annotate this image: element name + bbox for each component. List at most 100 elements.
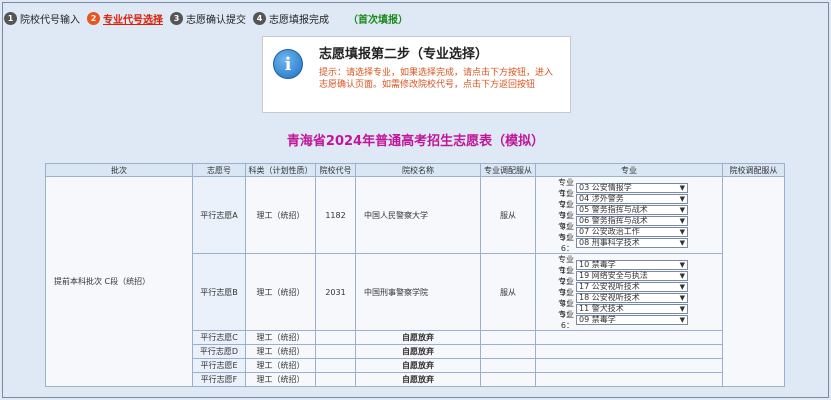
majors-cell <box>535 330 723 345</box>
school-obey-cell <box>722 176 785 387</box>
major-label: 专业6： <box>558 232 574 253</box>
chevron-down-icon: ▼ <box>679 315 685 324</box>
school-code-cell <box>315 358 356 373</box>
major-select[interactable]: 11 警犬技术 ▼ <box>576 303 688 314</box>
info-title: 志愿填报第二步（专业选择） <box>319 47 489 62</box>
category-cell: 理工（统招） <box>245 253 316 331</box>
step-label-4: 志愿填报完成 <box>269 14 329 26</box>
step-number-1: 1 <box>4 11 17 25</box>
fill-status: （首次填报） <box>348 14 408 26</box>
majors-cell: 专业1： 03 公安情报学 ▼ 专业2： 04 涉外警务 ▼ 专业3： 05 警务指挥与战… <box>535 176 723 254</box>
abandon-status: 自愿放弃 <box>355 358 481 373</box>
major-select[interactable]: 19 网络安全与执法 ▼ <box>576 270 688 281</box>
step-number-4: 4 <box>253 11 266 25</box>
chevron-down-icon: ▼ <box>679 282 685 291</box>
chevron-down-icon: ▼ <box>679 183 685 192</box>
major-select[interactable]: 18 公安视听技术 ▼ <box>576 292 688 303</box>
chevron-down-icon: ▼ <box>679 304 685 313</box>
school-name-cell: 中国人民警察大学 <box>355 176 481 254</box>
abandon-status: 自愿放弃 <box>355 330 481 345</box>
category-cell: 理工（统招） <box>245 330 316 345</box>
chevron-down-icon: ▼ <box>679 194 685 203</box>
step-2[interactable]: 2 专业代号选择 <box>87 11 163 26</box>
category-cell: 理工（统招） <box>245 344 316 359</box>
step-label-2[interactable]: 专业代号选择 <box>103 11 163 26</box>
table-row: 提前本科批次 C段（统招） 平行志愿A 理工（统招） 1182 中国人民警察大学… <box>45 176 785 387</box>
major-select-value: 04 涉外警务 <box>579 194 624 203</box>
major-select[interactable]: 06 警务指挥与战术 ▼ <box>576 215 688 226</box>
category-cell: 理工（统招） <box>245 358 316 373</box>
col-header: 批次 <box>45 163 193 177</box>
major-select[interactable]: 10 禁毒学 ▼ <box>576 259 688 270</box>
step-label-1: 院校代号输入 <box>20 14 80 26</box>
major-obey-cell: 服从 <box>480 176 536 254</box>
major-obey-cell <box>480 344 536 359</box>
col-header: 科类（计划性质） <box>245 163 316 177</box>
major-select[interactable]: 09 禁毒学 ▼ <box>576 314 688 325</box>
abandon-status: 自愿放弃 <box>355 372 481 387</box>
major-select-value: 06 警务指挥与战术 <box>579 216 648 225</box>
wish-cell: 平行志愿F <box>192 372 246 387</box>
major-obey-cell <box>480 358 536 373</box>
step-number-3: 3 <box>170 11 183 25</box>
col-header: 专业 <box>535 163 723 177</box>
info-text: 提示：请选择专业，如果选择完成，请点击下方按钮，进入志愿确认页面。如需修改院校代… <box>319 68 554 90</box>
major-select-value: 09 禁毒学 <box>579 315 616 324</box>
chevron-down-icon: ▼ <box>679 293 685 302</box>
major-obey-cell <box>480 330 536 345</box>
major-select[interactable]: 04 涉外警务 ▼ <box>576 193 688 204</box>
wish-cell: 平行志愿E <box>192 358 246 373</box>
majors-cell <box>535 372 723 387</box>
major-select-value: 03 公安情报学 <box>579 183 632 192</box>
info-box: i 志愿填报第二步（专业选择） 提示：请选择专业，如果选择完成，请点击下方按钮，… <box>262 36 571 113</box>
chevron-down-icon: ▼ <box>679 271 685 280</box>
col-header: 志愿号 <box>192 163 246 177</box>
major-select[interactable]: 08 刑事科学技术 ▼ <box>576 237 688 248</box>
majors-cell <box>535 358 723 373</box>
abandon-status: 自愿放弃 <box>355 344 481 359</box>
chevron-down-icon: ▼ <box>679 260 685 269</box>
majors-cell <box>535 344 723 359</box>
step-label-3: 志愿确认提交 <box>186 14 246 26</box>
major-select-value: 17 公安视听技术 <box>579 282 640 291</box>
school-code-cell: 2031 <box>315 253 356 331</box>
major-obey-cell: 服从 <box>480 253 536 331</box>
major-select-value: 11 警犬技术 <box>579 304 624 313</box>
school-code-cell: 1182 <box>315 176 356 254</box>
chevron-down-icon: ▼ <box>679 238 685 247</box>
page-title: 青海省2024年普通高考招生志愿表（模拟） <box>286 134 545 149</box>
major-select-value: 07 公安政治工作 <box>579 227 640 236</box>
wish-cell: 平行志愿D <box>192 344 246 359</box>
col-header: 院校调配服从 <box>722 163 785 177</box>
major-select[interactable]: 05 警务指挥与战术 ▼ <box>576 204 688 215</box>
step-bar: 1 院校代号输入 2 专业代号选择 3 志愿确认提交 4 志愿填报完成 （首次填… <box>4 10 408 26</box>
major-obey-cell <box>480 372 536 387</box>
major-label: 专业6： <box>558 309 574 330</box>
step-3: 3 志愿确认提交 <box>170 11 246 26</box>
step-1: 1 院校代号输入 <box>4 11 80 26</box>
step-number-2: 2 <box>87 11 100 25</box>
school-code-cell <box>315 330 356 345</box>
col-header: 院校代号 <box>315 163 356 177</box>
school-name-cell: 中国刑事警察学院 <box>355 253 481 331</box>
wish-cell: 平行志愿C <box>192 330 246 345</box>
major-select-value: 10 禁毒学 <box>579 260 616 269</box>
chevron-down-icon: ▼ <box>679 205 685 214</box>
major-select-value: 05 警务指挥与战术 <box>579 205 648 214</box>
category-cell: 理工（统招） <box>245 176 316 254</box>
major-select-value: 19 网络安全与执法 <box>579 271 648 280</box>
school-code-cell <box>315 344 356 359</box>
application-table: 批次 志愿号 科类（计划性质） 院校代号 院校名称 专业调配服从 专业 院校调配… <box>45 163 785 387</box>
info-icon: i <box>273 49 303 79</box>
majors-cell: 专业1： 10 禁毒学 ▼ 专业2： 19 网络安全与执法 ▼ 专业3： 17 公安视听技… <box>535 253 723 331</box>
major-select[interactable]: 03 公安情报学 ▼ <box>576 182 688 193</box>
step-4: 4 志愿填报完成 <box>253 11 329 26</box>
category-cell: 理工（统招） <box>245 372 316 387</box>
batch-cell: 提前本科批次 C段（统招） <box>45 176 193 387</box>
chevron-down-icon: ▼ <box>679 216 685 225</box>
major-select[interactable]: 07 公安政治工作 ▼ <box>576 226 688 237</box>
col-header: 专业调配服从 <box>480 163 536 177</box>
major-select-value: 18 公安视听技术 <box>579 293 640 302</box>
table-header-row: 批次 志愿号 科类（计划性质） 院校代号 院校名称 专业调配服从 专业 院校调配… <box>45 163 785 177</box>
major-select[interactable]: 17 公安视听技术 ▼ <box>576 281 688 292</box>
